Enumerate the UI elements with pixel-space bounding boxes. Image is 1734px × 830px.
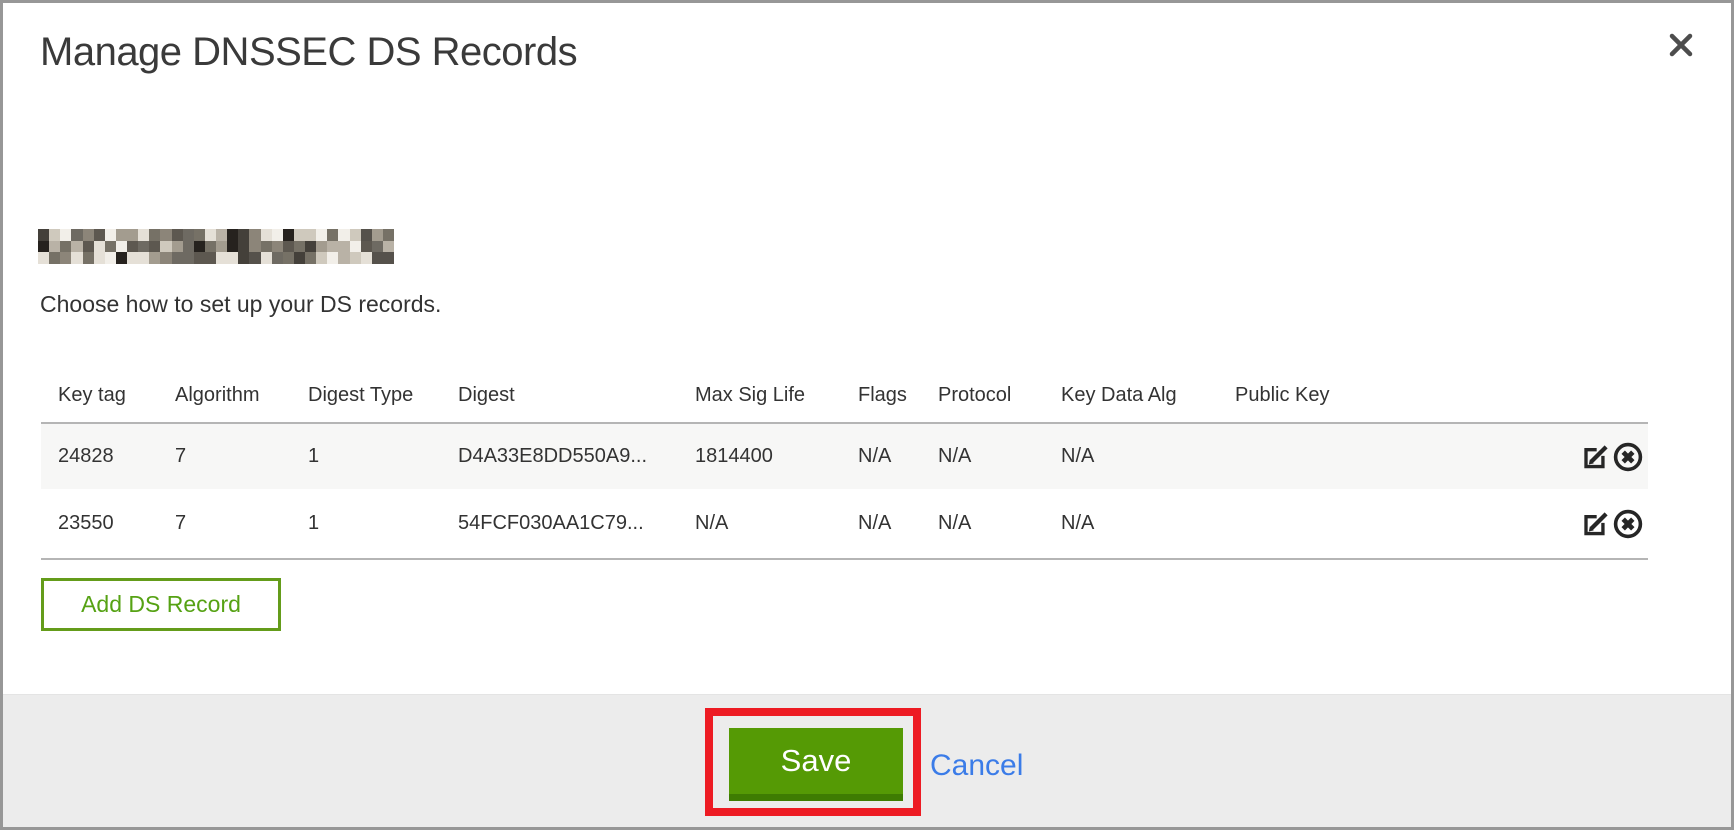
cell-key-tag: 24828 [41,423,158,489]
table-row: 23550 7 1 54FCF030AA1C79... N/A N/A N/A … [41,489,1648,559]
cell-algorithm: 7 [158,423,291,489]
col-header-digest-type: Digest Type [291,365,441,423]
col-header-digest: Digest [441,365,678,423]
cell-digest-type: 1 [291,489,441,559]
cell-max-sig-life: 1814400 [678,423,841,489]
col-header-key-tag: Key tag [41,365,158,423]
edit-record-button[interactable] [1580,508,1612,540]
edit-record-button[interactable] [1580,441,1612,473]
cancel-link[interactable]: Cancel [930,749,1023,783]
edit-icon [1580,461,1612,476]
close-icon [1666,30,1696,60]
ds-records-table: Key tag Algorithm Digest Type Digest Max… [41,365,1648,560]
cell-digest: 54FCF030AA1C79... [441,489,678,559]
close-button[interactable] [1663,27,1699,63]
cell-digest: D4A33E8DD550A9... [441,423,678,489]
edit-icon [1580,528,1612,543]
delete-icon [1612,528,1644,543]
redacted-domain-name [38,229,394,264]
cell-digest-type: 1 [291,423,441,489]
cell-algorithm: 7 [158,489,291,559]
cell-public-key [1218,489,1392,559]
cell-key-tag: 23550 [41,489,158,559]
row-actions [1392,423,1648,489]
delete-record-button[interactable] [1612,441,1644,473]
cell-public-key [1218,423,1392,489]
cell-protocol: N/A [921,423,1044,489]
row-actions [1392,489,1648,559]
col-header-flags: Flags [841,365,921,423]
cell-key-data-alg: N/A [1044,423,1218,489]
cell-key-data-alg: N/A [1044,489,1218,559]
dnssec-ds-records-dialog: Manage DNSSEC DS Records Choose how to s… [0,0,1734,830]
table-header-row: Key tag Algorithm Digest Type Digest Max… [41,365,1648,423]
instruction-text: Choose how to set up your DS records. [40,291,441,318]
col-header-max-sig-life: Max Sig Life [678,365,841,423]
col-header-key-data-alg: Key Data Alg [1044,365,1218,423]
cell-protocol: N/A [921,489,1044,559]
add-ds-record-button[interactable]: Add DS Record [41,578,281,631]
cell-flags: N/A [841,489,921,559]
table-row: 24828 7 1 D4A33E8DD550A9... 1814400 N/A … [41,423,1648,489]
delete-record-button[interactable] [1612,508,1644,540]
col-header-algorithm: Algorithm [158,365,291,423]
col-header-protocol: Protocol [921,365,1044,423]
col-header-actions [1392,365,1648,423]
delete-icon [1612,461,1644,476]
save-button[interactable]: Save [729,728,903,801]
page-title: Manage DNSSEC DS Records [40,30,577,75]
cell-max-sig-life: N/A [678,489,841,559]
cell-flags: N/A [841,423,921,489]
col-header-public-key: Public Key [1218,365,1392,423]
